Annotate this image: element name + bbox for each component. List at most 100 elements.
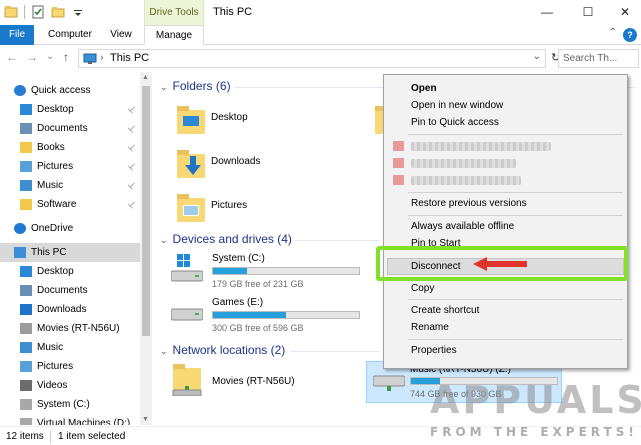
customize-toolbar-icon[interactable] (71, 5, 85, 19)
tab-file[interactable]: File (0, 25, 34, 45)
folder-label: Desktop (211, 112, 248, 123)
sidebar-item-label: Documents (37, 123, 88, 134)
sidebar-item-label: This PC (31, 247, 67, 258)
sidebar-item-quick-access[interactable]: Quick access (0, 81, 140, 100)
breadcrumb[interactable]: This PC (110, 52, 149, 64)
menu-item-pin-quick-access[interactable]: Pin to Quick access (384, 114, 627, 131)
back-button[interactable]: ← (6, 50, 18, 64)
blurred-menu-item[interactable] (411, 176, 521, 185)
desktop-icon (183, 116, 199, 126)
explorer-icon[interactable] (4, 5, 18, 19)
up-button[interactable]: ↑ (63, 50, 69, 64)
music-icon (20, 180, 32, 191)
sidebar-item-pictures[interactable]: Pictures ⊥ (0, 157, 140, 176)
sidebar-item-label: Downloads (37, 304, 87, 315)
menu-item-copy[interactable]: Copy (384, 280, 627, 297)
sidebar-item-desktop[interactable]: Desktop ⊥ (0, 100, 140, 119)
scrollbar-thumb[interactable] (142, 86, 150, 336)
maximize-button[interactable]: ☐ (575, 0, 601, 25)
sidebar-item-music[interactable]: Music (0, 338, 140, 357)
sidebar-item-label: Software (37, 199, 77, 210)
minimize-button[interactable]: — (534, 0, 560, 25)
sidebar-item-pictures[interactable]: Pictures (0, 357, 140, 376)
computer-icon (14, 247, 26, 258)
chevron-down-icon[interactable]: ⌄ (160, 235, 168, 245)
sidebar-item-label: Pictures (37, 161, 74, 172)
sidebar-item-this-pc[interactable]: This PC (0, 243, 140, 262)
drive-tile-system-c[interactable]: System (C:) 179 GB free of 231 GB (167, 250, 367, 290)
sidebar-item-documents[interactable]: Documents (0, 281, 140, 300)
sidebar-item-virtual-machines-d[interactable]: Virtual Machines (D:) (0, 414, 140, 425)
pictures-icon (20, 361, 32, 372)
desktop-icon (20, 104, 32, 115)
folder-tile-desktop[interactable]: Desktop (175, 104, 295, 140)
forward-button[interactable]: → (26, 50, 38, 64)
music-icon (20, 342, 32, 353)
blurred-menu-item[interactable] (411, 142, 551, 151)
network-tile-movies[interactable]: Movies (RT-N56U) (167, 362, 367, 402)
network-drive-icon (172, 386, 202, 396)
navigation-scrollbar[interactable]: ▲ ▼ (140, 72, 152, 425)
sidebar-item-documents[interactable]: Documents ⊥ (0, 119, 140, 138)
chevron-down-icon[interactable]: ⌄ (160, 82, 168, 92)
sidebar-item-downloads[interactable]: Downloads (0, 300, 140, 319)
group-header-network[interactable]: ⌄ Network locations (2) (160, 343, 285, 359)
sidebar-item-onedrive[interactable]: OneDrive (0, 219, 140, 238)
address-row: ← → ⌄ ↑ › This PC ⌄ ↻ Search Th... (0, 46, 641, 70)
scroll-up-icon[interactable]: ▲ (142, 74, 149, 81)
address-dropdown-icon[interactable]: ⌄ (533, 51, 541, 62)
help-icon[interactable]: ? (623, 28, 637, 42)
menu-item-properties[interactable]: Properties (384, 342, 627, 359)
menu-item-open-new-window[interactable]: Open in new window (384, 97, 627, 114)
blurred-menu-item[interactable] (411, 159, 516, 168)
sidebar-item-software[interactable]: Software ⊥ (0, 195, 140, 214)
appuals-watermark: APPUALS FROM THE EXPERTS! (430, 378, 641, 445)
menu-item-open[interactable]: Open (384, 80, 627, 97)
network-location-name: Movies (RT-N56U) (212, 376, 295, 387)
drive-tile-games-e[interactable]: Games (E:) 300 GB free of 596 GB (167, 294, 367, 334)
menu-separator (408, 192, 623, 193)
tab-manage[interactable]: Manage (144, 25, 204, 45)
sidebar-item-system-c[interactable]: System (C:) (0, 395, 140, 414)
tab-view[interactable]: View (104, 25, 138, 45)
sidebar-item-videos[interactable]: Videos (0, 376, 140, 395)
tab-computer[interactable]: Computer (44, 25, 96, 45)
menu-item-restore-previous-versions[interactable]: Restore previous versions (384, 195, 627, 212)
ribbon-tabs: File Computer View Manage ⌃ ? (0, 25, 641, 45)
window-title: This PC (213, 6, 253, 18)
menu-item-rename[interactable]: Rename (384, 319, 627, 336)
ribbon-collapse-icon[interactable]: ⌃ (609, 27, 617, 38)
properties-check-icon[interactable] (31, 5, 45, 19)
sidebar-item-label: Movies (RT-N56U) (37, 323, 120, 334)
annotation-arrow-icon (473, 257, 527, 271)
group-header-folders[interactable]: ⌄ Folders (6) (160, 79, 231, 95)
group-title: Devices and drives (4) (172, 232, 292, 246)
path-separator[interactable]: › (100, 52, 104, 64)
menu-item-create-shortcut[interactable]: Create shortcut (384, 302, 627, 319)
folder-tile-downloads[interactable]: Downloads (175, 148, 295, 184)
folder-tile-pictures[interactable]: Pictures (175, 192, 295, 228)
search-input[interactable]: Search Th... (558, 49, 639, 68)
address-bar[interactable]: › This PC ⌄ (78, 49, 546, 68)
sidebar-item-label: Pictures (37, 361, 74, 372)
close-button[interactable]: ✕ (612, 0, 638, 25)
group-header-devices[interactable]: ⌄ Devices and drives (4) (160, 232, 292, 248)
sidebar-item-movies-rt-n56u[interactable]: Movies (RT-N56U) (0, 319, 140, 338)
sidebar-item-music[interactable]: Music ⊥ (0, 176, 140, 195)
sidebar-item-label: Music (37, 180, 64, 191)
chevron-down-icon[interactable]: ⌄ (160, 346, 168, 356)
sidebar-item-desktop[interactable]: Desktop (0, 262, 140, 281)
drive-usage-bar (212, 267, 360, 275)
folder-label: Pictures (211, 200, 248, 211)
windows-drive-icon (171, 254, 203, 282)
star-icon (14, 85, 26, 96)
new-folder-icon[interactable] (51, 5, 65, 19)
sidebar-item-books[interactable]: Books ⊥ (0, 138, 140, 157)
menu-separator (408, 299, 623, 300)
menu-separator (408, 215, 623, 216)
menu-item-always-available-offline[interactable]: Always available offline (384, 218, 627, 235)
recent-locations-button[interactable]: ⌄ (46, 51, 54, 62)
drive-name: Games (E:) (212, 297, 264, 308)
drive-usage-fill (213, 312, 286, 318)
scroll-down-icon[interactable]: ▼ (142, 416, 149, 423)
